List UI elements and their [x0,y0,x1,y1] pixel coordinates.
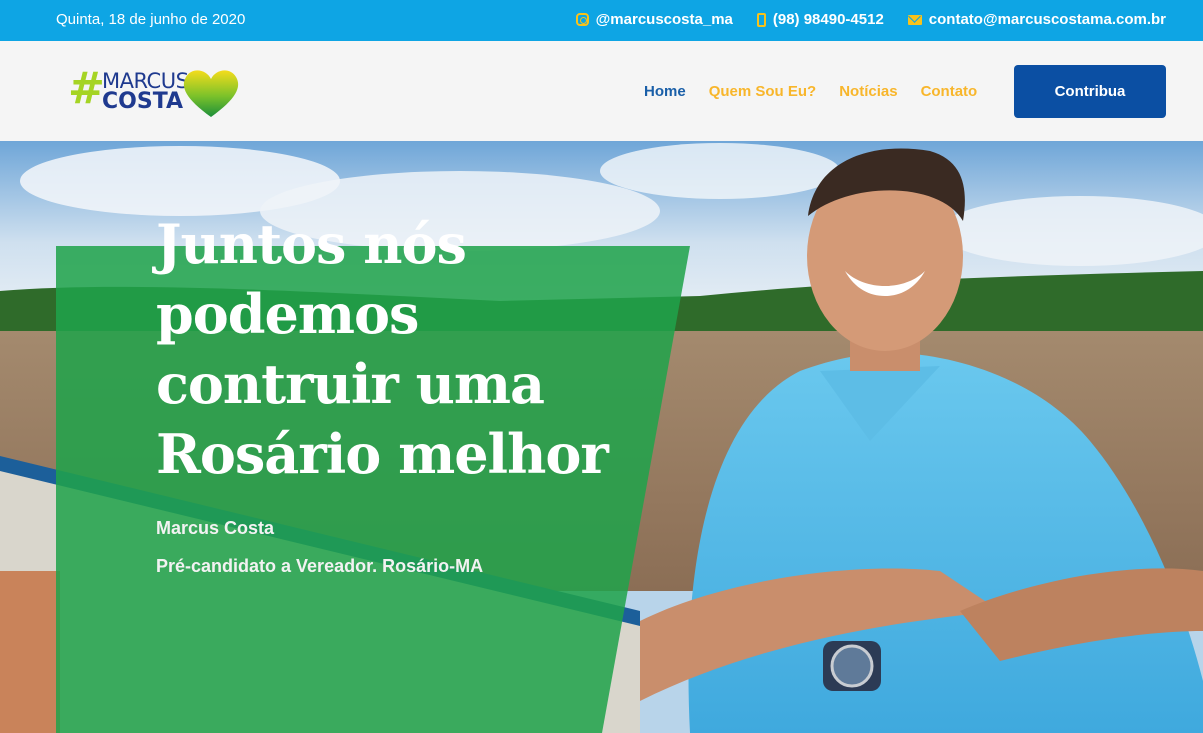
mail-icon [907,14,922,25]
current-date: Quinta, 18 de junho de 2020 [56,11,246,28]
email-link[interactable]: contato@marcuscostama.com.br [907,11,1166,28]
instagram-link[interactable]: @marcuscosta_ma [575,11,733,28]
phone-link[interactable]: (98) 98490-4512 [756,11,884,28]
phone-number: (98) 98490-4512 [772,11,884,28]
email-address: contato@marcuscostama.com.br [928,11,1166,28]
nav-quem-sou-eu[interactable]: Quem Sou Eu? [709,83,817,100]
heart-icon [183,70,239,117]
candidate-role: Pré-candidato a Vereador. Rosário-MA [156,556,484,576]
contribua-button[interactable]: Contribua [1014,65,1166,118]
site-logo[interactable]: # MARCUS COSTA [68,65,243,121]
contact-list: @marcuscosta_ma (98) 98490-4512 contato@… [575,11,1166,28]
hero-banner: Juntos nós podemos contruir uma Rosário … [0,141,1203,733]
top-bar: Quinta, 18 de junho de 2020 @marcuscosta… [0,0,1203,41]
logo-hash: # [68,63,105,114]
logo-line-2: COSTA [102,89,184,114]
main-nav: Home Quem Sou Eu? Notícias Contato [644,83,977,100]
phone-icon [756,12,766,27]
site-header: # MARCUS COSTA Home Quem Sou Eu? Notícia… [0,41,1203,141]
instagram-icon [575,13,589,26]
instagram-handle: @marcuscosta_ma [595,11,733,28]
nav-contato[interactable]: Contato [921,83,978,100]
nav-noticias[interactable]: Notícias [839,83,897,100]
hero-headline: Juntos nós podemos contruir uma Rosário … [156,212,609,486]
candidate-name: Marcus Costa [156,518,275,538]
nav-home[interactable]: Home [644,83,686,100]
